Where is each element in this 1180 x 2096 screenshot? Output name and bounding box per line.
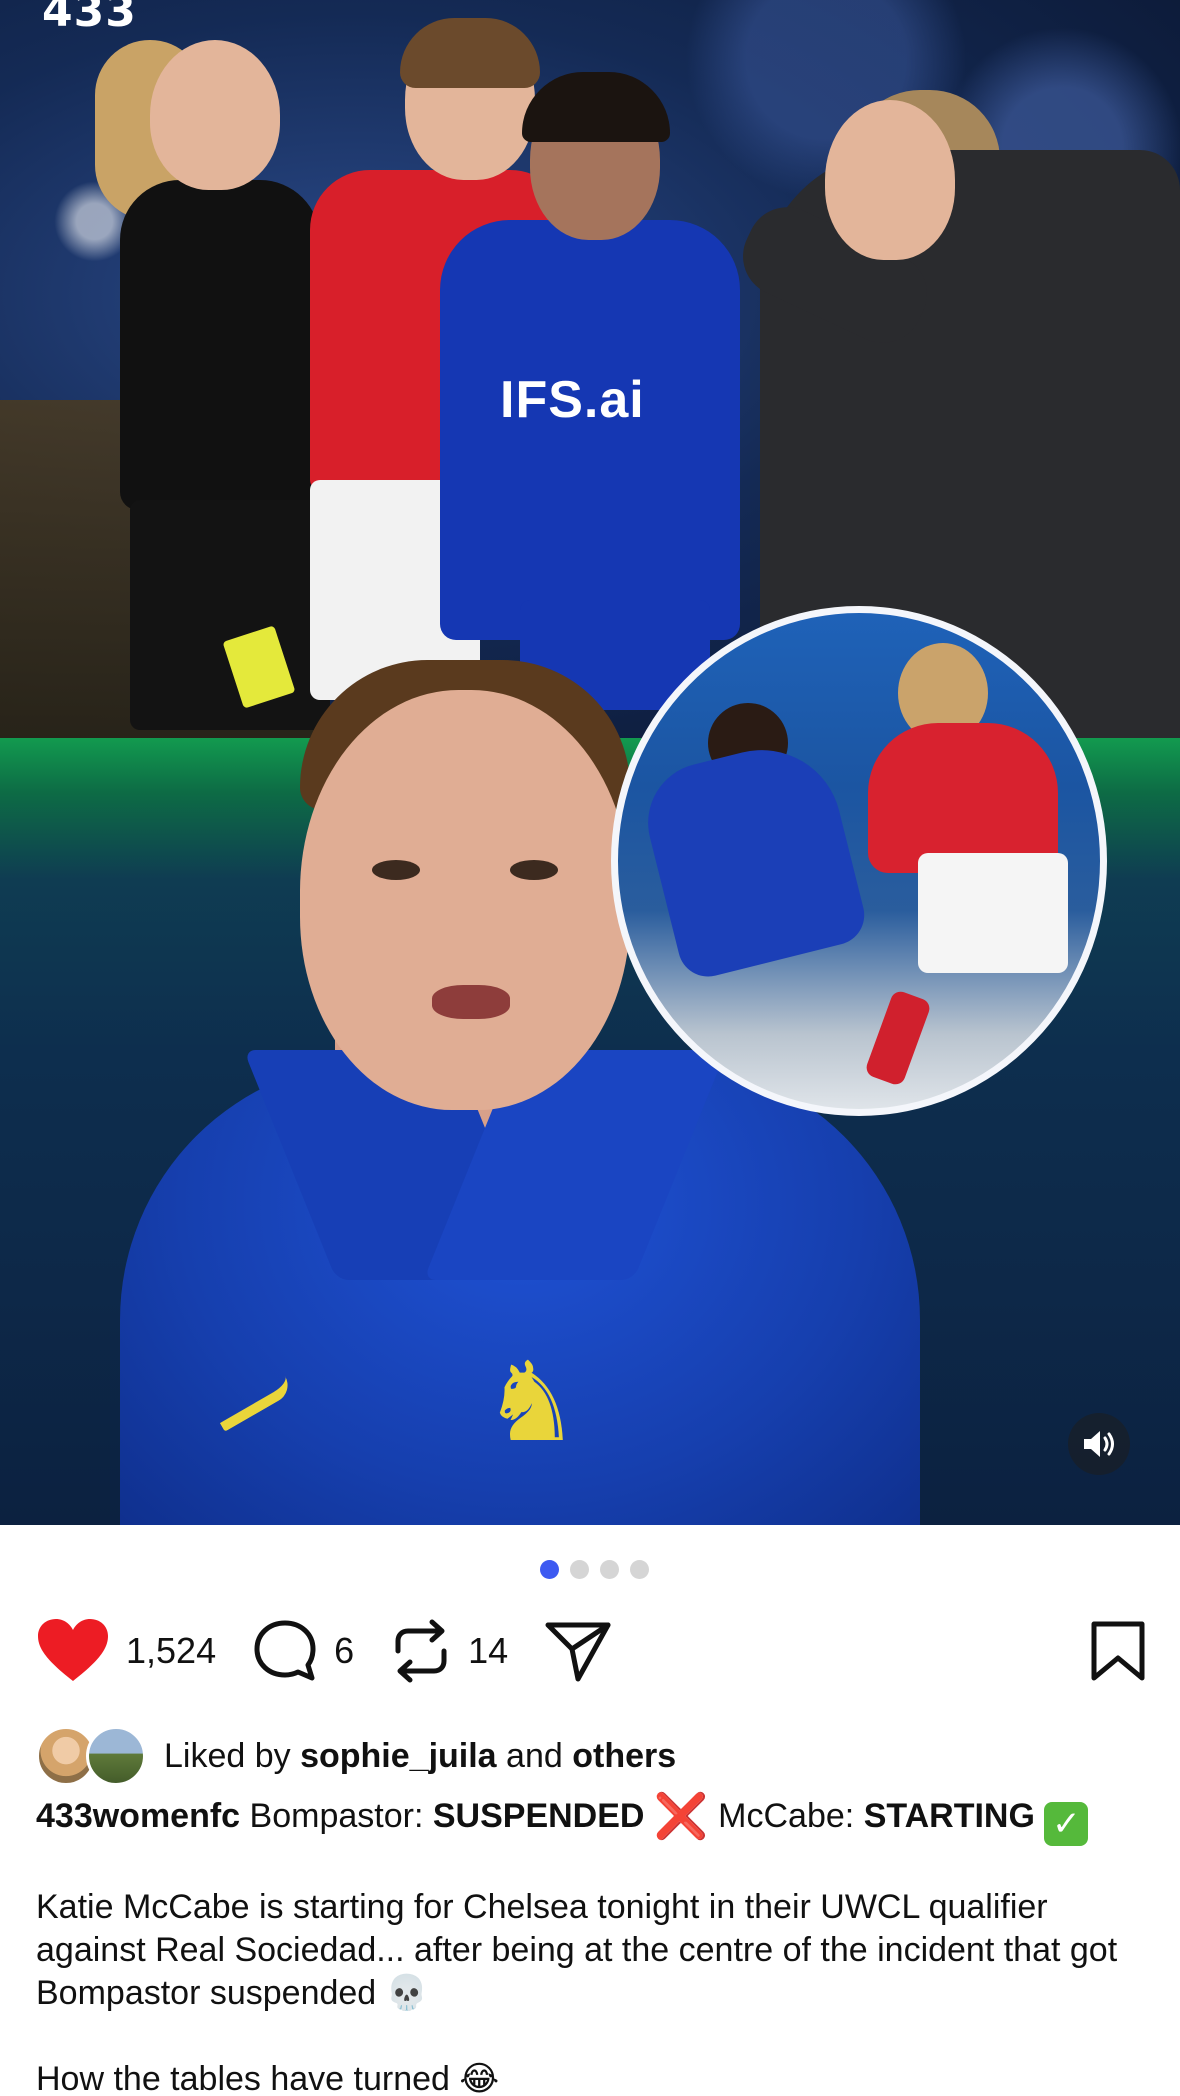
cross-mark-icon: ❌ <box>653 1792 709 1841</box>
main-subject-face <box>300 690 630 1110</box>
like-count: 1,524 <box>126 1630 217 1671</box>
check-mark-icon: ✓ <box>1044 1802 1089 1846</box>
liked-by-label: Liked by <box>164 1736 291 1775</box>
liked-by-and: and <box>506 1736 563 1775</box>
sound-toggle-button[interactable] <box>1068 1413 1130 1475</box>
caption-paragraph: How the tables have turned 😂 <box>36 2060 500 2096</box>
top-photo: IFS.ai 433 <box>0 0 1180 738</box>
caption-text: Bompastor: <box>249 1797 424 1835</box>
repost-count: 14 <box>468 1630 509 1671</box>
brand-watermark: 433 <box>42 0 137 37</box>
caption-body: Katie McCabe is starting for Chelsea ton… <box>36 1886 1146 2096</box>
comment-button[interactable]: 6 <box>252 1618 354 1684</box>
share-icon <box>545 1622 611 1682</box>
speaker-icon <box>1084 1431 1114 1457</box>
like-button[interactable]: 1,524 <box>36 1618 216 1684</box>
share-button[interactable] <box>544 1619 612 1683</box>
bookmark-icon <box>1091 1621 1145 1681</box>
caption-text: McCabe: <box>718 1797 855 1835</box>
page-dot[interactable] <box>629 1560 649 1579</box>
caption-headline: 433womenfc Bompastor: SUSPENDED ❌ McCabe… <box>36 1790 1089 1846</box>
liked-by-others[interactable]: others <box>572 1737 676 1776</box>
comment-count: 6 <box>334 1630 355 1671</box>
author-username[interactable]: 433womenfc <box>36 1797 240 1835</box>
caption-paragraph: Katie McCabe is starting for Chelsea ton… <box>36 1888 1118 2012</box>
caption-bold-text: SUSPENDED <box>432 1797 645 1835</box>
caption-bold-text: STARTING <box>863 1797 1035 1835</box>
heart-icon <box>38 1619 108 1681</box>
save-button[interactable] <box>1090 1620 1146 1687</box>
liked-by-user[interactable]: sophie_juila <box>300 1737 497 1776</box>
carousel-pagination <box>0 1560 1180 1580</box>
page-dot[interactable] <box>599 1560 619 1579</box>
repost-button[interactable]: 14 <box>390 1617 508 1685</box>
repost-icon <box>395 1619 447 1683</box>
post-actions-bar: 1,524 6 14 <box>36 1614 1146 1688</box>
shirt-sponsor: IFS.ai <box>500 371 645 429</box>
liked-by-row[interactable]: Liked by sophie_juila and others <box>36 1726 676 1786</box>
liker-avatars <box>36 1726 148 1786</box>
page-dot-active[interactable] <box>539 1560 559 1579</box>
referee-figure <box>120 180 320 510</box>
inset-circle-photo <box>611 606 1107 1116</box>
post-media[interactable]: IFS.ai 433 ♞ <box>0 0 1180 1525</box>
page-dot[interactable] <box>569 1560 589 1579</box>
avatar <box>86 1726 146 1786</box>
comment-icon <box>254 1620 316 1681</box>
chelsea-lion-crest-icon: ♞ <box>482 1341 581 1464</box>
chelsea-player-figure <box>440 220 740 640</box>
